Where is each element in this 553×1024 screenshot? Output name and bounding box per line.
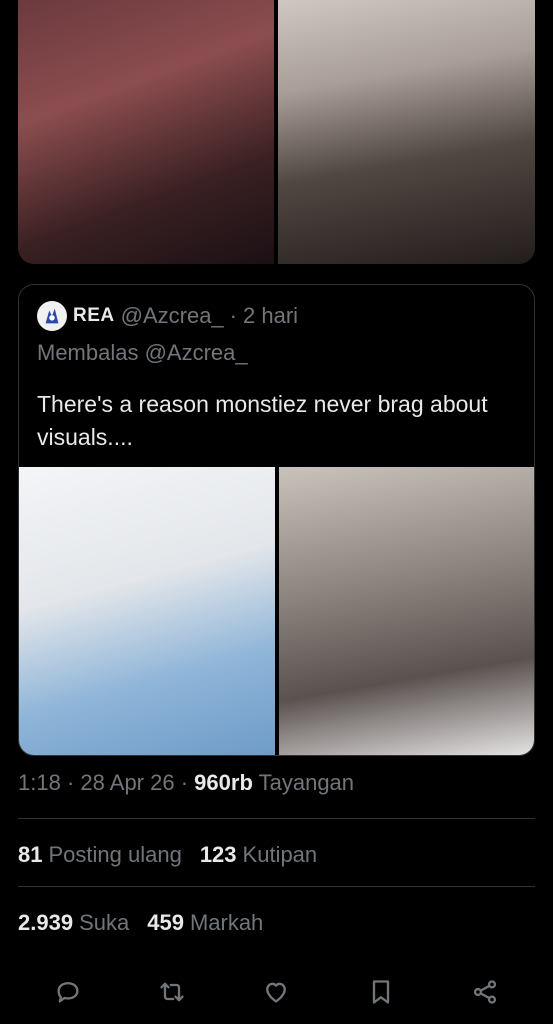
media-photo-2[interactable] [278,0,535,264]
reply-button[interactable] [48,972,88,1012]
divider [18,886,535,887]
bookmarks-count: 459 [147,910,184,935]
tweet-meta: 1:18 · 28 Apr 26 · 960rb Tayangan [18,770,354,796]
bookmark-button[interactable] [361,972,401,1012]
quoted-tweet-header: REA @Azcrea_ · 2 hari [37,301,298,331]
repost-icon [160,982,184,1002]
separator-dot: · [66,770,75,795]
quotes-count: 123 [199,842,237,867]
stats-row-reposts: 81 Posting ulang 123 Kutipan [18,842,317,868]
avatar[interactable] [37,301,67,331]
likes-count: 2.939 [18,910,74,935]
share-button[interactable] [465,972,505,1012]
bookmarks-label: Markah [189,910,264,935]
separator-dot: · [229,303,237,328]
avatar-icon [45,308,59,324]
quotes-stat[interactable]: 123 Kutipan [200,842,317,868]
quoted-tweet[interactable]: REA @Azcrea_ · 2 hari Membalas @Azcrea_ … [18,284,535,756]
likes-stat[interactable]: 2.939 Suka [18,910,129,936]
tweet-time[interactable]: 1:18 [18,770,61,795]
quoted-author-handle[interactable]: @Azcrea_ [121,303,224,329]
reply-icon [57,982,79,1003]
views-count: 960rb [194,770,253,795]
like-button[interactable] [256,972,296,1012]
views-label: Tayangan [258,770,355,795]
quotes-label: Kutipan [242,842,318,867]
tweet-media-grid [18,0,535,264]
likes-label: Suka [79,910,130,935]
tweet-date[interactable]: 28 Apr 26 [80,770,174,795]
quoted-media-photo-2[interactable] [279,467,534,755]
divider [18,818,535,819]
like-icon [266,982,287,1003]
share-icon [473,980,496,1004]
quoted-timestamp[interactable]: 2 hari [243,303,298,329]
replying-to-label[interactable]: Membalas @Azcrea_ [37,340,248,366]
reposts-count: 81 [18,842,43,867]
tweet-action-bar [0,972,553,1012]
reposts-label: Posting ulang [48,842,182,867]
bookmark-icon [372,980,389,1004]
bookmarks-stat[interactable]: 459 Markah [147,910,263,936]
reposts-stat[interactable]: 81 Posting ulang [18,842,182,868]
quoted-tweet-text: There's a reason monstiez never brag abo… [37,391,488,450]
quoted-media-grid [19,467,534,755]
media-photo-1[interactable] [18,0,274,264]
quoted-media-photo-1[interactable] [19,467,275,755]
repost-button[interactable] [152,972,192,1012]
quoted-author-name[interactable]: REA [73,305,115,327]
separator-dot: · [180,770,189,795]
stats-row-likes: 2.939 Suka 459 Markah [18,910,263,936]
